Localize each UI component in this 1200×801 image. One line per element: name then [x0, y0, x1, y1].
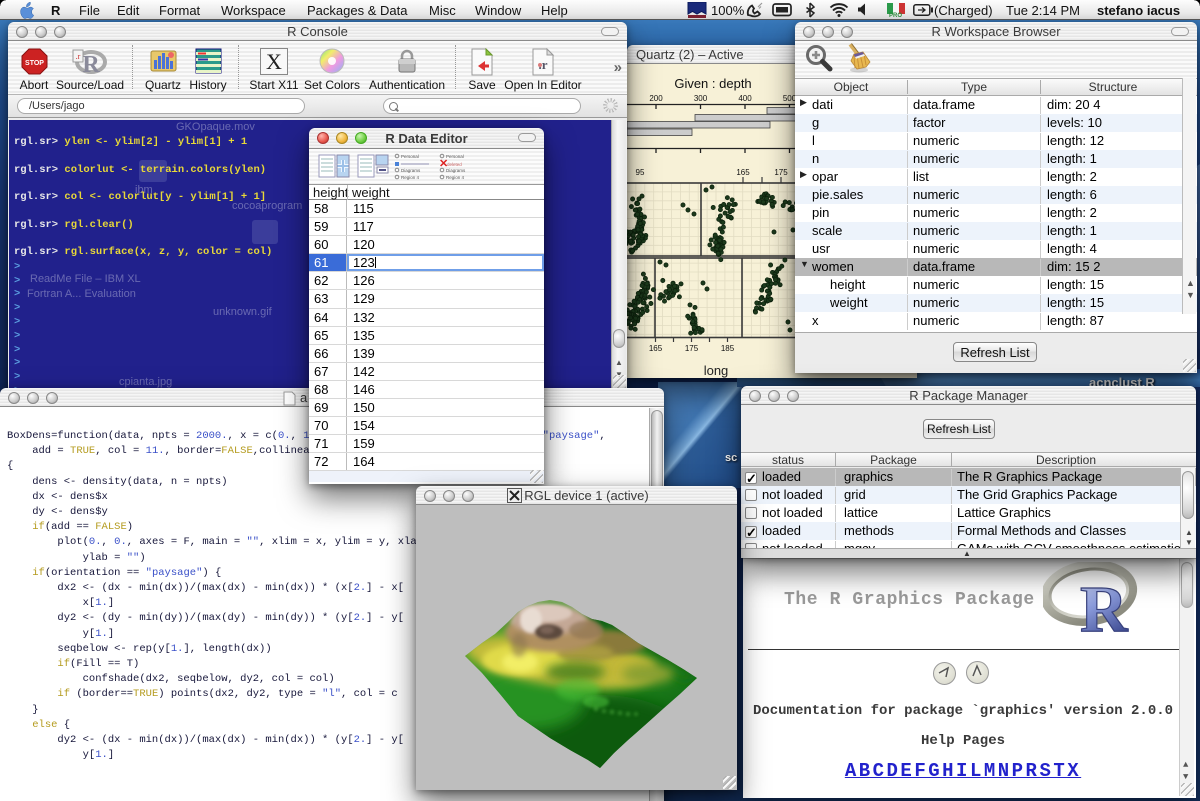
- svg-text:R: R: [1080, 573, 1129, 636]
- svg-text:185: 185: [721, 344, 735, 353]
- svg-text:175: 175: [774, 168, 788, 177]
- svg-text:400: 400: [738, 94, 752, 103]
- svg-text:Diagrams: Diagrams: [401, 168, 421, 173]
- svg-text:95: 95: [636, 168, 645, 177]
- svg-text:Personal: Personal: [401, 154, 419, 159]
- svg-text:Given : depth: Given : depth: [674, 76, 751, 91]
- svg-text:Region 4: Region 4: [446, 175, 465, 180]
- svg-text:Personal: Personal: [446, 154, 464, 159]
- svg-text:Region 4: Region 4: [401, 175, 420, 180]
- svg-text:.r: .r: [76, 52, 81, 61]
- svg-text:300: 300: [694, 94, 708, 103]
- svg-text:200: 200: [649, 94, 663, 103]
- svg-text:165: 165: [736, 168, 750, 177]
- svg-text:175: 175: [685, 344, 699, 353]
- svg-text:X: X: [266, 49, 282, 74]
- svg-text:R: R: [82, 52, 100, 76]
- svg-text:deleted: deleted: [447, 162, 462, 167]
- svg-text:STOP: STOP: [25, 60, 44, 67]
- svg-text:Diagrams: Diagrams: [446, 168, 466, 173]
- svg-text:165: 165: [649, 344, 663, 353]
